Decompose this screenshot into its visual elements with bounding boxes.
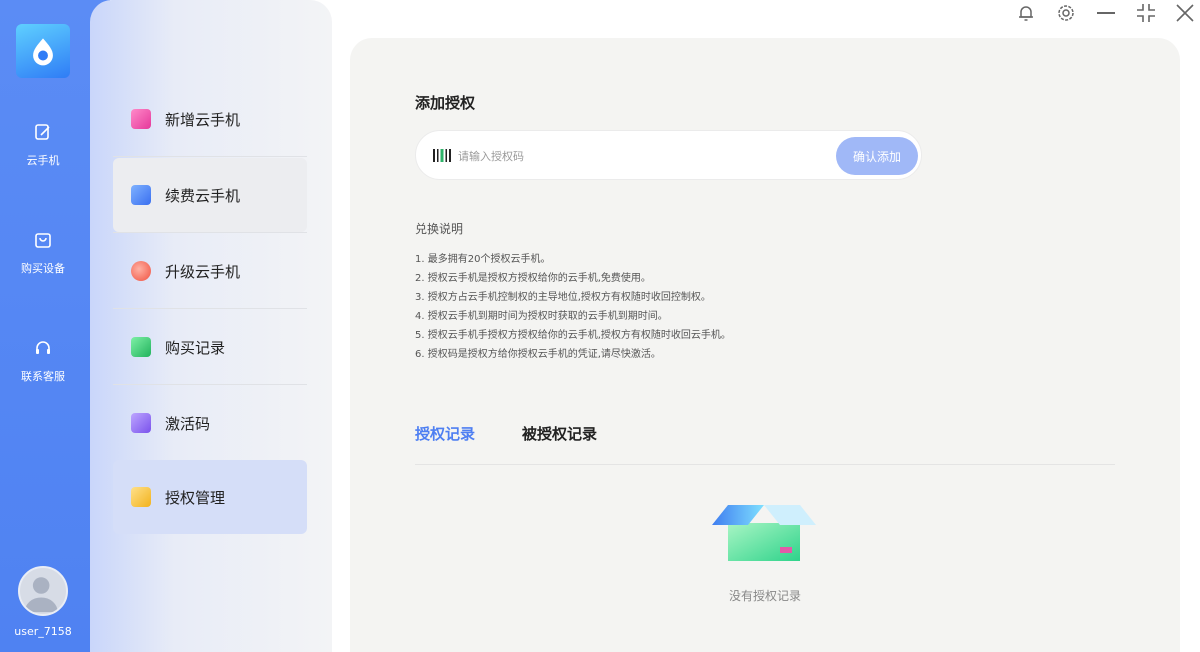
minimize-icon[interactable] — [1095, 2, 1117, 24]
tab-divider — [415, 464, 1115, 465]
menu-item-label: 升级云手机 — [165, 262, 241, 281]
shopping-bag-icon — [35, 233, 51, 248]
headset-icon — [36, 341, 50, 354]
menu-item-purchase-record[interactable]: 购买记录 — [113, 310, 307, 384]
renew-card-icon — [131, 185, 151, 205]
rail-item-label: 购买设备 — [21, 262, 65, 275]
close-icon[interactable] — [1174, 2, 1196, 24]
rule-item: 2. 授权云手机是授权方授权给你的云手机,免费使用。 — [415, 273, 651, 284]
bell-icon[interactable] — [1015, 2, 1037, 24]
add-phone-icon — [131, 109, 151, 129]
user-avatar-icon — [24, 577, 58, 613]
menu-item-upgrade-phone[interactable]: 升级云手机 — [113, 234, 307, 308]
menu-item-label: 激活码 — [165, 414, 211, 433]
rule-item: 1. 最多拥有20个授权云手机。 — [415, 254, 551, 265]
rail-item-cloud-phone[interactable]: 云手机 — [0, 122, 86, 168]
menu-item-activation-code[interactable]: 激活码 — [113, 386, 307, 460]
auth-code-input[interactable] — [458, 141, 828, 171]
barcode-icon — [433, 149, 451, 162]
menu-item-label: 购买记录 — [165, 338, 226, 357]
rail-item-buy-device[interactable]: 购买设备 — [0, 230, 86, 276]
upgrade-rocket-icon — [131, 261, 151, 281]
menu-item-label: 新增云手机 — [165, 110, 241, 129]
folder-icon — [131, 487, 151, 507]
gear-icon[interactable] — [1055, 2, 1077, 24]
divider — [113, 308, 307, 309]
rules-title: 兑换说明 — [415, 222, 464, 236]
menu-item-add-phone[interactable]: 新增云手机 — [113, 82, 307, 156]
purchase-record-icon — [131, 337, 151, 357]
rail-item-customer-service[interactable]: 联系客服 — [0, 338, 86, 384]
tab-auth-records[interactable]: 授权记录 — [415, 423, 475, 444]
empty-state-text: 没有授权记录 — [728, 589, 801, 603]
edit-phone-icon — [35, 124, 50, 140]
rail-item-label: 联系客服 — [21, 370, 65, 383]
rules-list: 1. 最多拥有20个授权云手机。 2. 授权云手机是授权方授权给你的云手机,免费… — [415, 250, 731, 364]
menu-item-label: 续费云手机 — [165, 186, 241, 205]
rule-item: 3. 授权方占云手机控制权的主导地位,授权方有权随时收回控制权。 — [415, 292, 711, 303]
menu-item-auth-management[interactable]: 授权管理 — [113, 460, 307, 534]
add-auth-title: 添加授权 — [415, 94, 476, 112]
rail-item-label: 云手机 — [26, 154, 60, 167]
menu-item-label: 授权管理 — [165, 488, 226, 507]
avatar[interactable] — [18, 566, 68, 616]
auth-code-field: 确认添加 — [415, 130, 922, 180]
rule-item: 6. 授权码是授权方给你授权云手机的凭证,请尽快激活。 — [415, 349, 661, 360]
activation-code-icon — [131, 413, 151, 433]
secondary-menu: 新增云手机 续费云手机 升级云手机 购买记录 激活码 授权管理 — [90, 0, 332, 652]
username: user_7158 — [14, 625, 72, 638]
content-card: 添加授权 确认添加 兑换说明 1. 最多拥有20个授权云手机。 2. 授权云手机… — [350, 38, 1180, 652]
logo-icon — [33, 38, 53, 66]
rule-item: 4. 授权云手机到期时间为授权时获取的云手机到期时间。 — [415, 311, 668, 322]
empty-box-icon — [712, 505, 816, 561]
divider — [113, 156, 307, 157]
tab-authorized-records[interactable]: 被授权记录 — [522, 423, 597, 444]
divider — [113, 232, 307, 233]
app-logo — [16, 24, 70, 78]
confirm-add-button[interactable]: 确认添加 — [836, 137, 918, 175]
divider — [113, 384, 307, 385]
menu-item-renew-phone[interactable]: 续费云手机 — [113, 158, 307, 232]
rule-item: 5. 授权云手机手授权方授权给你的云手机,授权方有权随时收回云手机。 — [415, 330, 731, 341]
restore-icon[interactable] — [1135, 2, 1157, 24]
